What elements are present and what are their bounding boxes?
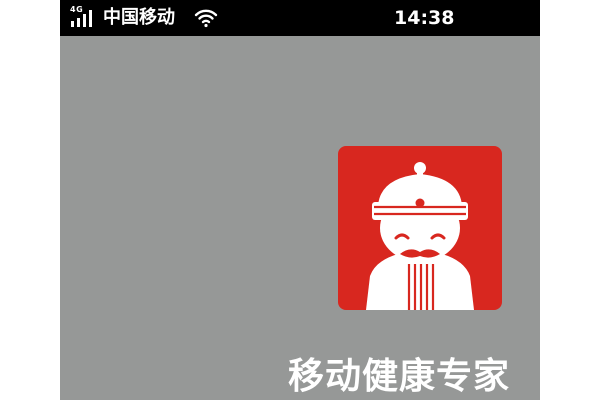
signal-icon: 4G <box>70 5 98 29</box>
status-time: 14:38 <box>394 7 455 29</box>
network-type-label: 4G <box>70 5 84 14</box>
carrier-name: 中国移动 <box>103 7 175 28</box>
status-bar: 4G 中国移动 14:38 <box>60 0 540 36</box>
phone-screen: 4G 中国移动 14:38 移动健康专家 <box>60 0 540 400</box>
wifi-icon <box>194 9 218 28</box>
app-title: 移动健康专家 <box>288 356 511 397</box>
elder-doctor-icon[interactable] <box>338 146 502 310</box>
